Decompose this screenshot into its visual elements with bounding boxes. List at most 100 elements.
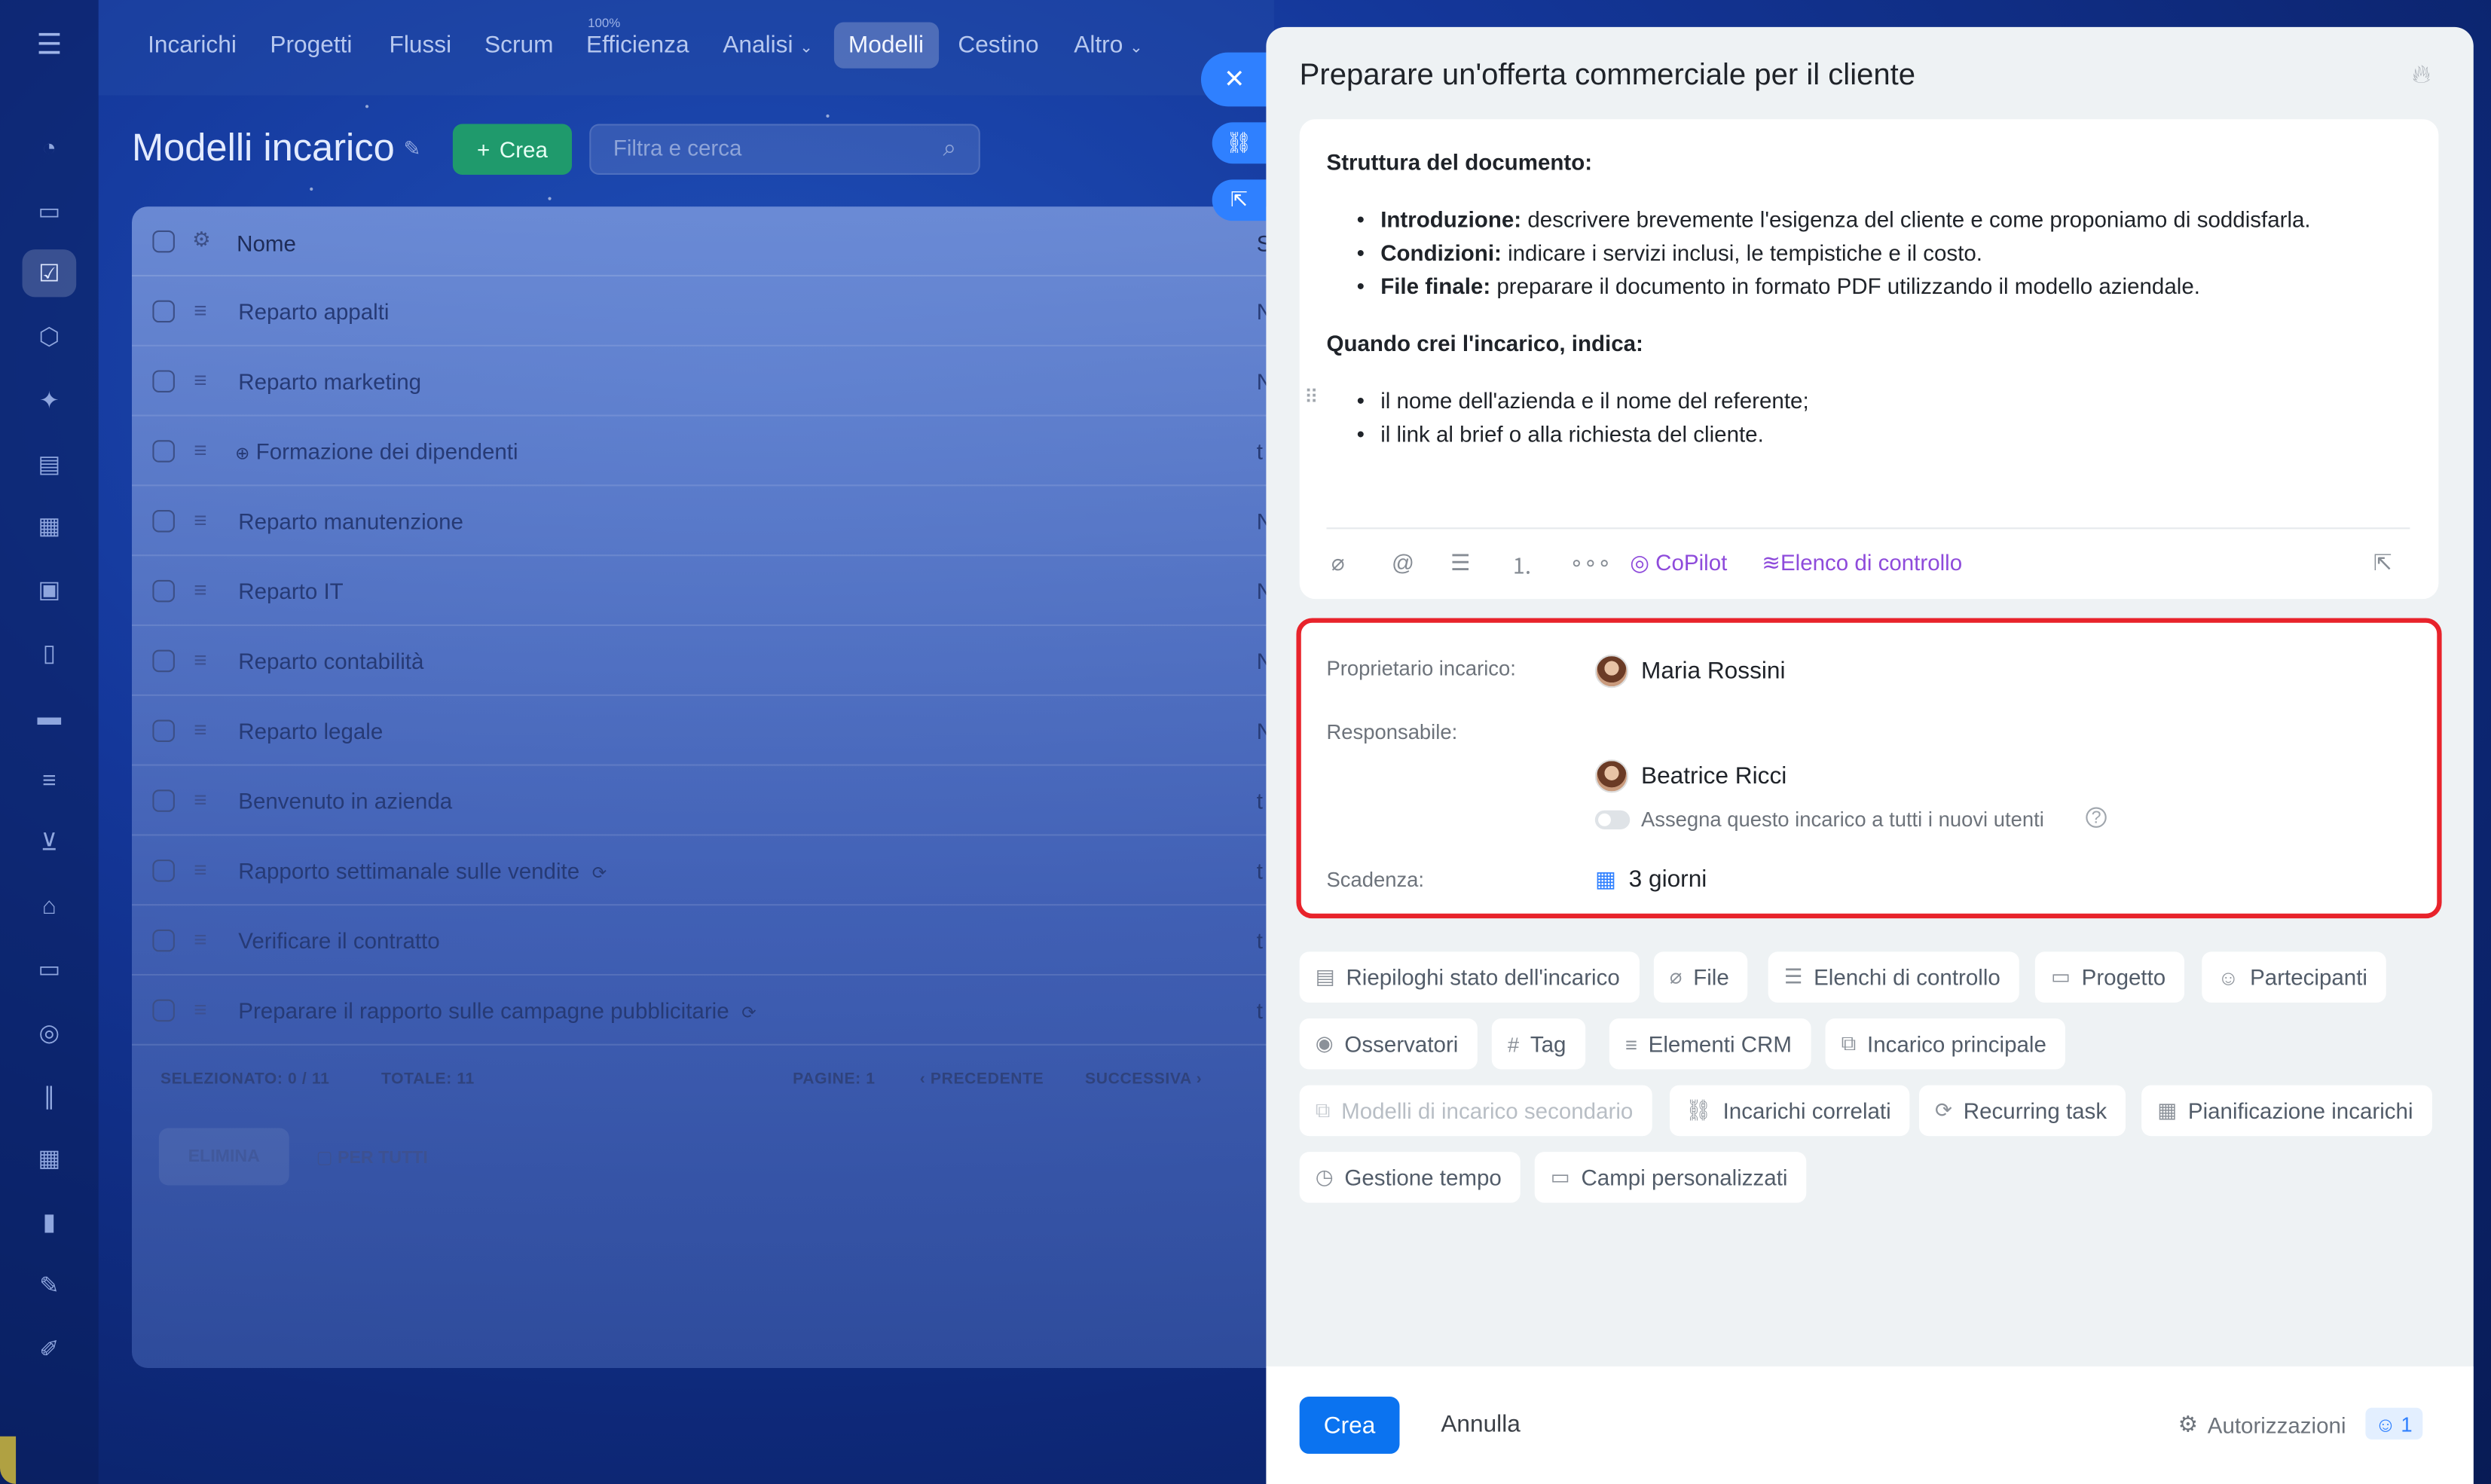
- row-name[interactable]: Reparto contabilità: [238, 649, 423, 674]
- row-name[interactable]: Reparto legale: [238, 718, 383, 744]
- row-checkbox[interactable]: [152, 510, 175, 533]
- row-name[interactable]: Reparto appalti: [238, 299, 389, 325]
- drag-handle-icon[interactable]: ≡: [194, 857, 206, 882]
- select-all-checkbox[interactable]: [152, 230, 175, 253]
- permissions-button[interactable]: ⚙ Autorizzazioni: [2178, 1411, 2346, 1438]
- calendar-rail-icon[interactable]: ▦: [23, 502, 77, 550]
- row-checkbox[interactable]: [152, 300, 175, 323]
- task-title[interactable]: Preparare un'offerta commerciale per il …: [1300, 59, 1915, 93]
- drive-icon[interactable]: ▬: [23, 693, 77, 740]
- owner-user[interactable]: Maria Rossini: [1594, 654, 1786, 689]
- table-row[interactable]: ≡ Reparto IT N: [131, 556, 1292, 627]
- row-checkbox[interactable]: [152, 370, 175, 392]
- chip-recurring-task[interactable]: ⟳ Recurring task: [1918, 1085, 2126, 1137]
- drag-handle-icon[interactable]: ≡: [194, 367, 206, 392]
- drag-handle-icon[interactable]: ≡: [194, 646, 206, 672]
- chip-project[interactable]: ▭ Progetto: [2034, 951, 2185, 1003]
- store-icon[interactable]: ⌂: [23, 882, 77, 930]
- chip-task-planning[interactable]: ▦ Pianificazione incarichi: [2141, 1085, 2432, 1137]
- more-icon[interactable]: ∘∘∘: [1569, 550, 1611, 577]
- chip-related-tasks[interactable]: ⛓ Incarichi correlati: [1669, 1085, 1911, 1137]
- chip-file[interactable]: ⌀ File: [1653, 951, 1749, 1003]
- close-slider-button[interactable]: ✕: [1200, 52, 1268, 107]
- nav-efficienza[interactable]: Efficienza: [586, 32, 689, 59]
- robot-icon[interactable]: ◎: [23, 1009, 77, 1056]
- responsible-user[interactable]: Beatrice Ricci: [1594, 759, 1786, 793]
- mention-icon[interactable]: @: [1392, 550, 1414, 576]
- hexagon-icon[interactable]: ⬡: [23, 313, 77, 361]
- row-name[interactable]: Reparto marketing: [238, 368, 421, 394]
- row-checkbox[interactable]: [152, 719, 175, 742]
- drag-handle-icon[interactable]: ≡: [194, 996, 206, 1021]
- file-icon[interactable]: ▯: [23, 629, 77, 676]
- description-editor[interactable]: Struttura del documento: Introduzione: d…: [1299, 119, 2439, 600]
- table-row[interactable]: ≡ Preparare il rapporto sulle campagne pu…: [131, 976, 1292, 1046]
- chip-custom-fields[interactable]: ▭ Campi personalizzati: [1534, 1152, 1807, 1203]
- permissions-count-badge[interactable]: ☺ 1: [2365, 1407, 2422, 1440]
- flame-icon[interactable]: 🔥︎: [2412, 62, 2431, 90]
- table-row[interactable]: ≡ Reparto appalti N: [131, 276, 1292, 347]
- search-icon[interactable]: ⌕: [943, 135, 957, 162]
- row-checkbox[interactable]: [152, 440, 175, 463]
- table-row[interactable]: ≡ Reparto contabilità N: [131, 626, 1292, 696]
- drag-handle-icon[interactable]: ≡: [194, 507, 206, 533]
- row-name[interactable]: ⊕ Formazione dei dipendenti: [235, 438, 518, 464]
- drag-handle-icon[interactable]: ≡: [194, 577, 206, 603]
- row-checkbox[interactable]: [152, 579, 175, 603]
- cart-icon[interactable]: ⊻: [23, 818, 77, 866]
- nav-modelli[interactable]: Modelli: [833, 22, 939, 69]
- row-name[interactable]: Preparare il rapporto sulle campagne pub…: [238, 998, 756, 1024]
- chip-parent-task[interactable]: ⧉ Incarico principale: [1825, 1018, 2066, 1070]
- documents-icon[interactable]: ▤: [23, 440, 77, 487]
- chip-observers[interactable]: ◉ Osservatori: [1299, 1018, 1478, 1070]
- chip-time-tracking[interactable]: ◷ Gestione tempo: [1299, 1152, 1521, 1203]
- menu-icon[interactable]: ☰: [23, 29, 77, 67]
- create-template-button[interactable]: + Crea: [452, 124, 573, 176]
- pin-icon[interactable]: ✎: [404, 136, 421, 162]
- table-row[interactable]: ≡ Verificare il contratto t: [131, 905, 1292, 976]
- nav-flussi[interactable]: Flussi: [390, 32, 452, 59]
- nav-progetti[interactable]: Progetti: [270, 32, 352, 59]
- row-checkbox[interactable]: [152, 649, 175, 673]
- create-button[interactable]: Crea: [1299, 1396, 1400, 1454]
- help-icon[interactable]: ?: [2086, 807, 2107, 828]
- drag-handle-icon[interactable]: ≡: [194, 297, 206, 322]
- search-input[interactable]: [613, 135, 931, 161]
- nav-scrum[interactable]: Scrum: [484, 32, 553, 59]
- assign-all-toggle[interactable]: [1594, 810, 1631, 830]
- table-row[interactable]: ≡ Reparto manutenzione N: [131, 486, 1292, 557]
- table-row[interactable]: ≡ Reparto marketing N: [131, 347, 1292, 417]
- prev-page-link[interactable]: ‹ PRECEDENTE: [920, 1071, 1044, 1089]
- attach-icon[interactable]: ⌀: [1331, 550, 1345, 577]
- analytics-icon[interactable]: ▮: [23, 1198, 77, 1245]
- column-name[interactable]: Nome: [237, 231, 296, 256]
- row-checkbox[interactable]: [152, 929, 175, 952]
- open-new-window-button[interactable]: ⇱: [1212, 179, 1267, 221]
- row-checkbox[interactable]: [152, 999, 175, 1022]
- drag-handle-icon[interactable]: ≡: [194, 716, 206, 742]
- nav-cestino[interactable]: Cestino: [958, 32, 1038, 59]
- row-name[interactable]: Reparto manutenzione: [238, 508, 463, 534]
- sign-icon[interactable]: ✎: [23, 1262, 77, 1309]
- drag-grip-icon[interactable]: ⠿: [1304, 386, 1319, 409]
- expand-editor-icon[interactable]: ⇱: [2373, 550, 2392, 577]
- nav-altro[interactable]: Altro ⌄: [1074, 32, 1143, 59]
- chip-crm[interactable]: ≡ Elementi CRM: [1609, 1018, 1811, 1070]
- row-name[interactable]: Verificare il contratto: [238, 928, 439, 954]
- table-row[interactable]: ≡ Reparto legale N: [131, 696, 1292, 766]
- board-icon[interactable]: ▣: [23, 566, 77, 613]
- drag-handle-icon[interactable]: ≡: [194, 927, 206, 952]
- deadline-value[interactable]: ▦ 3 giorni: [1595, 866, 1707, 893]
- copilot-button[interactable]: ◎ CoPilot: [1630, 550, 1727, 577]
- filter-icon[interactable]: ≡: [23, 756, 77, 804]
- cancel-button[interactable]: Annulla: [1441, 1411, 1521, 1438]
- tasks-icon[interactable]: ☑: [22, 249, 77, 298]
- expand-icon[interactable]: ⊕: [235, 445, 249, 464]
- sparkle-icon[interactable]: ✦: [23, 377, 77, 424]
- row-name[interactable]: Reparto IT: [238, 579, 343, 604]
- next-page-link[interactable]: SUCCESSIVA ›: [1085, 1071, 1202, 1089]
- table-row[interactable]: ≡ Rapporto settimanale sulle vendite ⟳ t: [131, 835, 1292, 906]
- chat-icon[interactable]: ▭: [23, 188, 77, 235]
- table-row[interactable]: ≡ ⊕ Formazione dei dipendenti t: [131, 417, 1292, 487]
- drag-handle-icon[interactable]: ≡: [194, 786, 206, 812]
